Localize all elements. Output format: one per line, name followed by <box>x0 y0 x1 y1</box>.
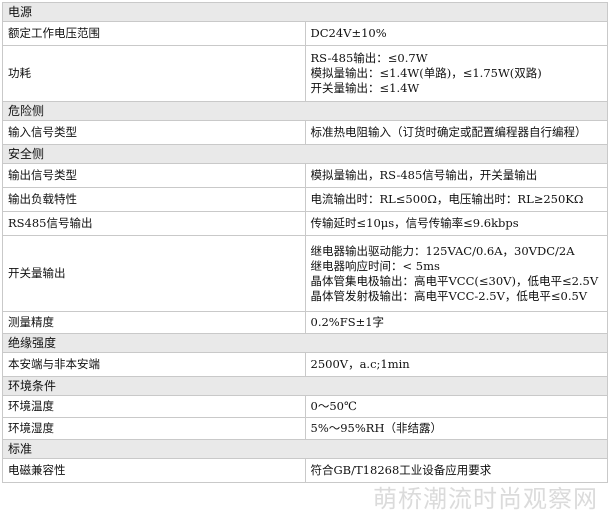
row-isolation: 本安端与非本安端 2500V，a.c;1min <box>2 352 608 377</box>
row-label: 输出负载特性 <box>2 187 306 212</box>
row-env-temp: 环境温度 0～50℃ <box>2 395 608 418</box>
section-title: 环境条件 <box>2 376 608 396</box>
row-value: 符合GB/T18268工业设备应用要求 <box>304 458 608 483</box>
row-value: 电流输出时：RL≤500Ω，电压输出时：RL≥250KΩ <box>304 187 608 212</box>
section-title: 标准 <box>2 439 608 459</box>
row-value: 标准热电阻输入（订货时确定或配置编程器自行编程） <box>304 120 608 145</box>
row-rs485: RS485信号输出 传输延时≤10μs，信号传输率≤9.6kbps <box>2 211 608 236</box>
row-label: 电磁兼容性 <box>2 458 306 483</box>
row-power-consumption: 功耗 RS-485输出：≤0.7W 模拟量输出：≤1.4W(单路)，≤1.75W… <box>2 45 608 102</box>
section-title: 安全侧 <box>2 144 608 164</box>
value-line: 晶体管集电极输出：高电平VCC(≤30V)，低电平≤2.5V <box>310 273 599 288</box>
row-rated-range: 额定工作电压范围 DC24V±10% <box>2 21 608 46</box>
value-line: 继电器响应时间：< 5ms <box>310 258 440 273</box>
section-title: 危险侧 <box>2 101 608 121</box>
section-title: 电源 <box>2 2 608 22</box>
row-value: 0～50℃ <box>304 395 608 418</box>
row-label: 功耗 <box>2 45 306 102</box>
section-power: 电源 <box>2 2 608 22</box>
value-line: 晶体管发射极输出：高电平VCC-2.5V，低电平≤0.5V <box>310 288 588 303</box>
row-value: 5%～95%RH（非结露） <box>304 417 608 440</box>
row-switch-output: 开关量输出 继电器输出驱动能力：125VAC/0.6A，30VDC/2A 继电器… <box>2 235 608 312</box>
row-label: 输出信号类型 <box>2 163 306 188</box>
row-label: 环境湿度 <box>2 417 306 440</box>
value-line: RS-485输出：≤0.7W <box>310 51 428 65</box>
row-input-type: 输入信号类型 标准热电阻输入（订货时确定或配置编程器自行编程） <box>2 120 608 145</box>
row-value: 2500V，a.c;1min <box>304 352 608 377</box>
section-standard: 标准 <box>2 439 608 459</box>
spec-table: 电源 额定工作电压范围 DC24V±10% 功耗 RS-485输出：≤0.7W … <box>2 2 608 483</box>
row-label: 额定工作电压范围 <box>2 21 306 46</box>
row-value: 模拟量输出，RS-485信号输出，开关量输出 <box>304 163 608 188</box>
row-emc: 电磁兼容性 符合GB/T18268工业设备应用要求 <box>2 458 608 483</box>
row-value: 继电器输出驱动能力：125VAC/0.6A，30VDC/2A 继电器响应时间：<… <box>304 235 608 312</box>
row-label: 环境温度 <box>2 395 306 418</box>
section-environment: 环境条件 <box>2 376 608 396</box>
watermark: 萌桥潮流时尚观察网 <box>373 485 598 513</box>
row-label: 输入信号类型 <box>2 120 306 145</box>
row-value: DC24V±10% <box>304 21 608 46</box>
row-accuracy: 测量精度 0.2%FS±1字 <box>2 311 608 334</box>
value-line: 开关量输出：≤1.4W <box>310 81 420 95</box>
section-safe: 安全侧 <box>2 144 608 164</box>
row-output-load: 输出负载特性 电流输出时：RL≤500Ω，电压输出时：RL≥250KΩ <box>2 187 608 212</box>
row-value: 0.2%FS±1字 <box>304 311 608 334</box>
row-label: 本安端与非本安端 <box>2 352 306 377</box>
row-output-type: 输出信号类型 模拟量输出，RS-485信号输出，开关量输出 <box>2 163 608 188</box>
section-insulation: 绝缘强度 <box>2 333 608 353</box>
value-line: 模拟量输出：≤1.4W(单路)，≤1.75W(双路) <box>310 66 542 80</box>
section-title: 绝缘强度 <box>2 333 608 353</box>
row-env-humidity: 环境湿度 5%～95%RH（非结露） <box>2 417 608 440</box>
row-value: 传输延时≤10μs，信号传输率≤9.6kbps <box>304 211 608 236</box>
row-label: RS485信号输出 <box>2 211 306 236</box>
value-line: 继电器输出驱动能力：125VAC/0.6A，30VDC/2A <box>310 243 575 258</box>
row-value: RS-485输出：≤0.7W 模拟量输出：≤1.4W(单路)，≤1.75W(双路… <box>304 45 608 102</box>
section-danger: 危险侧 <box>2 101 608 121</box>
row-label: 开关量输出 <box>2 235 306 312</box>
row-label: 测量精度 <box>2 311 306 334</box>
